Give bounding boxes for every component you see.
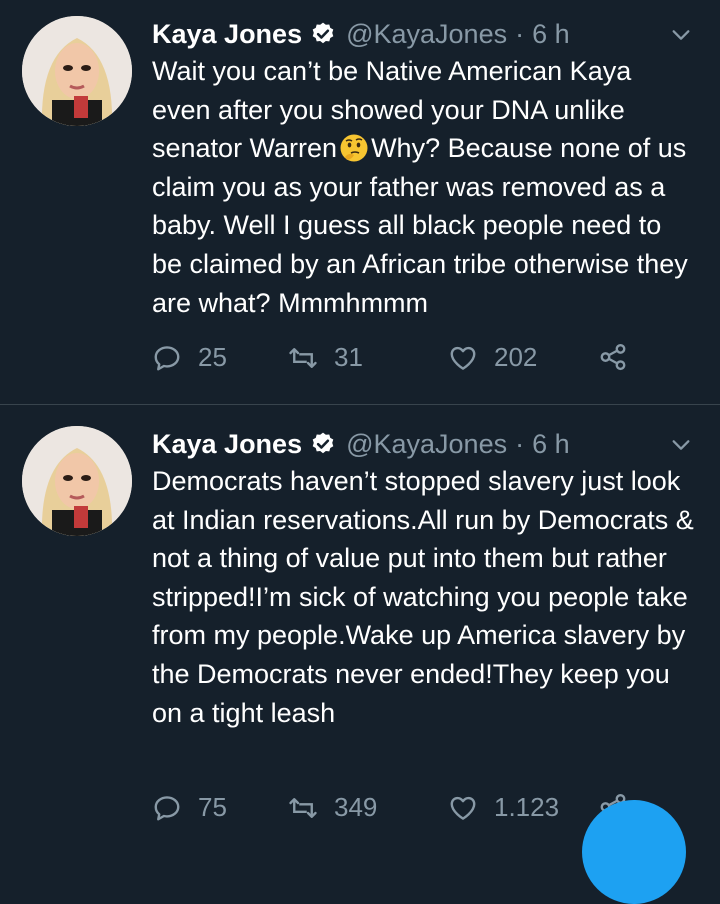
author-name[interactable]: Kaya Jones	[152, 19, 302, 50]
retweet-button[interactable]: 349	[288, 792, 377, 823]
timestamp[interactable]: 6 h	[532, 19, 570, 50]
tweet-text: Wait you can’t be Native American Kaya e…	[152, 52, 697, 322]
tweet-1[interactable]: Kaya Jones @KayaJones · 6 h Wait you can…	[0, 14, 720, 394]
like-count: 1.123	[494, 792, 560, 822]
separator-dot: ·	[515, 18, 525, 49]
verified-badge-icon	[312, 22, 334, 44]
tweet-text: Democrats haven’t stopped slavery just l…	[152, 466, 694, 728]
reply-count: 75	[198, 792, 227, 822]
avatar[interactable]	[22, 426, 132, 536]
author-handle[interactable]: @KayaJones	[346, 429, 507, 460]
reply-icon	[154, 345, 180, 370]
like-button[interactable]: 1.123	[448, 792, 559, 823]
retweet-button[interactable]: 31	[288, 342, 363, 373]
retweet-count: 349	[334, 792, 378, 822]
retweet-count: 31	[334, 342, 363, 372]
tweet-actions: 25 31 202	[152, 342, 672, 382]
tweet-header: Kaya Jones @KayaJones · 6 h	[152, 14, 692, 54]
retweet-icon	[289, 347, 317, 368]
verified-badge-icon	[312, 432, 334, 454]
share-button[interactable]	[598, 342, 644, 372]
timestamp[interactable]: 6 h	[532, 429, 570, 460]
tweet-2[interactable]: Kaya Jones @KayaJones · 6 h Democrats ha…	[0, 424, 720, 835]
retweet-icon	[289, 797, 317, 818]
author-handle[interactable]: @KayaJones	[346, 19, 507, 50]
thinking-face-emoji	[340, 134, 368, 162]
separator-dot: ·	[515, 428, 525, 459]
author-name[interactable]: Kaya Jones	[152, 429, 302, 460]
chevron-down-icon[interactable]	[670, 434, 692, 456]
like-count: 202	[494, 342, 538, 372]
compose-tweet-button[interactable]	[582, 800, 686, 904]
heart-icon	[450, 346, 476, 370]
tweet-header: Kaya Jones @KayaJones · 6 h	[152, 424, 692, 464]
reply-button[interactable]: 25	[152, 342, 227, 373]
avatar[interactable]	[22, 16, 132, 126]
share-icon	[600, 343, 626, 371]
reply-count: 25	[198, 342, 227, 372]
like-button[interactable]: 202	[448, 342, 537, 373]
tweet-divider	[0, 404, 720, 405]
reply-icon	[154, 795, 180, 820]
reply-button[interactable]: 75	[152, 792, 227, 823]
heart-icon	[450, 796, 476, 820]
chevron-down-icon[interactable]	[670, 24, 692, 46]
